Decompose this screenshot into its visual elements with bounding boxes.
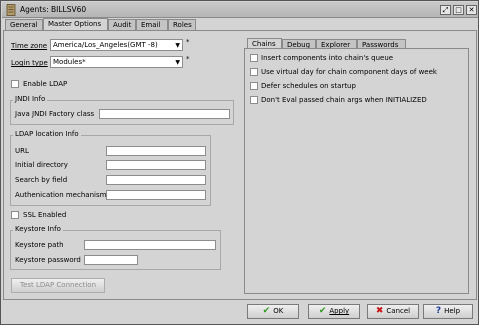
time-zone-select[interactable]: America/Los_Angeles(GMT -8) ▼ bbox=[50, 39, 183, 51]
close-icon[interactable]: ✕ bbox=[466, 5, 477, 15]
restore-icon[interactable]: ⤢ bbox=[440, 5, 451, 15]
close-icon: ✖ bbox=[375, 306, 384, 316]
chains-panel: Insert components into chain's queue Use… bbox=[244, 48, 469, 294]
keystore-path-input[interactable] bbox=[84, 240, 216, 250]
auth-mechanism-label: Authenication mechanism bbox=[15, 191, 107, 199]
jndi-factory-class-input[interactable] bbox=[99, 109, 230, 119]
test-ldap-connection-button[interactable]: Test LDAP Connection bbox=[11, 278, 105, 293]
keystore-info-title: Keystore Info bbox=[13, 225, 63, 233]
login-type-select[interactable]: Modules* ▼ bbox=[50, 56, 183, 68]
ldap-location-title: LDAP location Info bbox=[13, 130, 81, 138]
agents-window: Agents: BILLSV60 ⤢ □ ✕ General Master Op… bbox=[0, 0, 479, 325]
jndi-info-title: JNDI Info bbox=[13, 95, 48, 103]
dialog-footer: ✔ OK ✔ Apply ✖ Cancel ? Help bbox=[3, 301, 477, 323]
checkmark-icon: ✔ bbox=[262, 306, 271, 316]
jndi-factory-class-label: Java JNDI Factory class bbox=[15, 110, 95, 118]
initial-directory-label: Initial directory bbox=[15, 161, 68, 169]
initial-directory-input[interactable] bbox=[106, 160, 206, 170]
maximize-icon[interactable]: □ bbox=[453, 5, 464, 15]
apply-button[interactable]: ✔ Apply bbox=[308, 304, 360, 319]
ok-label: OK bbox=[273, 307, 284, 315]
chevron-down-icon[interactable]: ▼ bbox=[175, 42, 180, 49]
chain-option-checkbox[interactable] bbox=[250, 68, 258, 76]
keystore-password-label: Keystore password bbox=[15, 256, 81, 264]
required-marker: * bbox=[186, 55, 190, 63]
ssl-enabled-checkbox[interactable] bbox=[11, 211, 19, 219]
server-icon bbox=[6, 4, 16, 16]
cancel-button[interactable]: ✖ Cancel bbox=[367, 304, 419, 319]
ssl-enabled-label: SSL Enabled bbox=[23, 211, 67, 219]
enable-ldap-label: Enable LDAP bbox=[23, 80, 68, 88]
window-title: Agents: BILLSV60 bbox=[20, 5, 87, 14]
help-button[interactable]: ? Help bbox=[423, 304, 473, 319]
chain-option-label: Defer schedules on startup bbox=[261, 82, 356, 90]
cancel-label: Cancel bbox=[386, 307, 411, 315]
url-label: URL bbox=[15, 147, 29, 155]
time-zone-label: Time zone bbox=[11, 42, 48, 50]
apply-label: Apply bbox=[329, 307, 350, 315]
chain-option-label: Use virtual day for chain component days… bbox=[261, 68, 437, 76]
title-bar[interactable]: Agents: BILLSV60 ⤢ □ ✕ bbox=[2, 2, 478, 18]
search-by-field-label: Search by field bbox=[15, 176, 68, 184]
checkmark-icon: ✔ bbox=[318, 306, 327, 316]
auth-mechanism-input[interactable] bbox=[106, 190, 206, 200]
enable-ldap-checkbox[interactable] bbox=[11, 80, 19, 88]
ok-button[interactable]: ✔ OK bbox=[247, 304, 299, 319]
time-zone-value: America/Los_Angeles(GMT -8) bbox=[53, 41, 158, 49]
chevron-down-icon[interactable]: ▼ bbox=[175, 59, 180, 66]
chain-option-checkbox[interactable] bbox=[250, 82, 258, 90]
chain-option-checkbox[interactable] bbox=[250, 96, 258, 104]
chain-option-checkbox[interactable] bbox=[250, 54, 258, 62]
keystore-path-label: Keystore path bbox=[15, 241, 64, 249]
login-type-label: Login type bbox=[11, 59, 48, 67]
keystore-password-input[interactable] bbox=[84, 255, 138, 265]
login-type-value: Modules* bbox=[53, 58, 86, 66]
url-input[interactable] bbox=[106, 146, 206, 156]
required-marker: * bbox=[186, 38, 190, 46]
help-icon: ? bbox=[435, 306, 442, 316]
chain-option-label: Don't Eval passed chain args when INITIA… bbox=[261, 96, 427, 104]
search-by-field-input[interactable] bbox=[106, 175, 206, 185]
chain-option-label: Insert components into chain's queue bbox=[261, 54, 394, 62]
help-label: Help bbox=[444, 307, 461, 315]
